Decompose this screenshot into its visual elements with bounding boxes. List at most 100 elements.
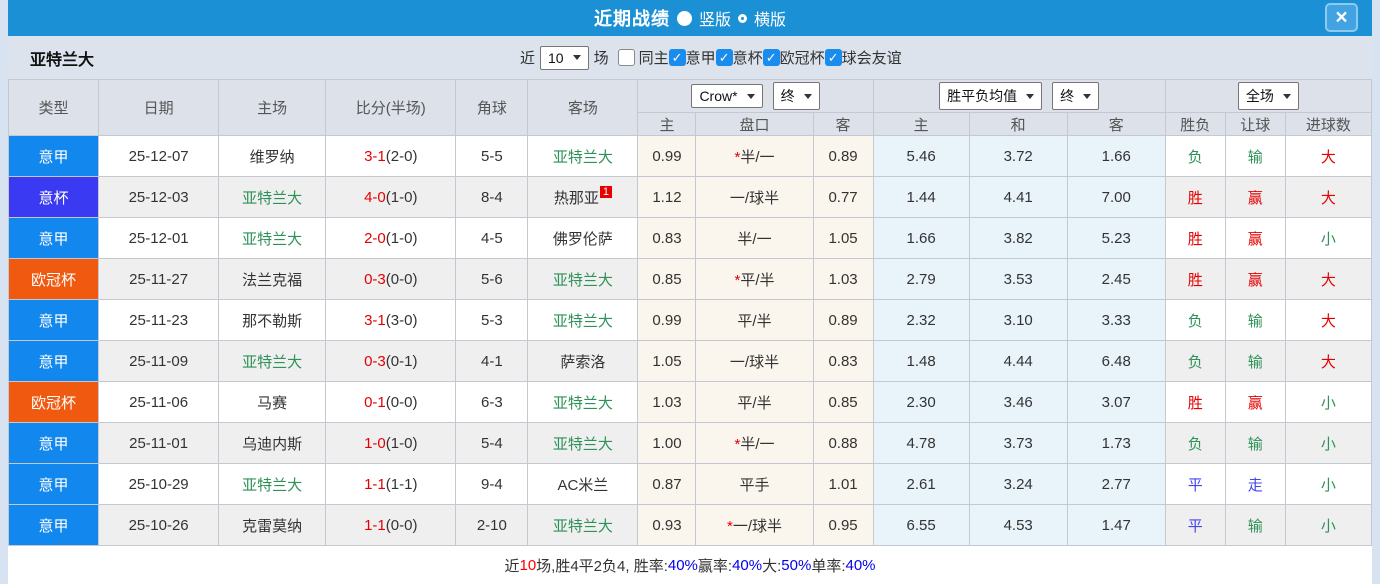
full-score: 0-3 (364, 270, 386, 288)
match-score: 2-0(1-0) (325, 217, 457, 259)
handicap-value: 平/半 (737, 394, 772, 412)
corner-score: 6-3 (455, 381, 529, 423)
league-badge: 欧冠杯 (7, 381, 100, 423)
col-header-type: 类型 (7, 79, 100, 136)
away-team-name: 亚特兰大 (552, 271, 613, 289)
league-ucl-label: 欧冠杯 (779, 50, 825, 67)
period-select[interactable]: 全场 (1237, 82, 1299, 110)
match-score: 3-1(2-0) (325, 135, 457, 177)
home-team: 那不勒斯 (218, 299, 327, 341)
handicap: 平/半 (695, 299, 814, 341)
odds-company-select[interactable]: Crow* (691, 84, 763, 108)
away-team: 萨索洛 (527, 340, 639, 382)
filter-bar: 亚特兰大 近 10 场 同主 意甲 意杯 欧冠杯 球会友谊 (8, 36, 1372, 79)
result-goals: 小 (1284, 217, 1373, 259)
away-team: 热那亚 1 (527, 176, 639, 218)
avg-away: 5.23 (1066, 217, 1166, 259)
col-header-odds-away: 客 (812, 112, 874, 136)
handicap-value: 平/半 (737, 312, 772, 330)
handicap: 一/球半 (695, 176, 814, 218)
table-row: 意杯 25-12-03 亚特兰大 4-0(1-0) 8-4 热那亚 1 1.12 … (7, 176, 1373, 218)
avg-home: 2.32 (872, 299, 970, 341)
col-header-odds-home: 主 (637, 112, 697, 136)
match-date: 25-11-06 (98, 381, 220, 423)
league-friendly-label: 球会友谊 (841, 50, 902, 67)
same-home-label: 同主 (638, 50, 669, 67)
result-goals: 小 (1284, 504, 1373, 546)
col-header-avg-home: 主 (872, 112, 970, 136)
period-value: 全场 (1245, 88, 1274, 104)
half-score: (1-0) (385, 434, 418, 452)
handicap: 平/半 (695, 381, 814, 423)
page-title: 近期战绩 (593, 9, 670, 29)
same-home-checkbox[interactable] (617, 49, 635, 66)
avg-time-select[interactable]: 终 (1052, 82, 1100, 110)
league-coppa-checkbox[interactable] (715, 49, 733, 66)
close-icon: × (1335, 6, 1348, 29)
half-score: (0-0) (385, 516, 418, 534)
match-date: 25-11-01 (98, 422, 220, 464)
home-team: 亚特兰大 (218, 463, 327, 505)
odds-away: 1.01 (812, 463, 874, 505)
corner-score: 4-5 (455, 217, 529, 259)
col-header-corner: 角球 (455, 79, 529, 136)
league-coppa-label: 意杯 (732, 50, 763, 67)
chevron-down-icon (803, 93, 812, 99)
result-handicap: 输 (1224, 504, 1286, 546)
summary-count: 10 (519, 556, 537, 574)
handicap: *半/一 (695, 135, 814, 177)
win-rate-value: 40% (667, 556, 698, 574)
odds-time-select[interactable]: 终 (772, 82, 820, 110)
near-count-select[interactable]: 10 (540, 45, 589, 70)
chevron-down-icon (1282, 93, 1291, 99)
home-team: 法兰克福 (218, 258, 327, 300)
radio-vertical-selected-icon[interactable] (676, 10, 692, 26)
home-team: 马赛 (218, 381, 327, 423)
avg-home: 4.78 (872, 422, 970, 464)
avg-draw: 4.41 (968, 176, 1068, 218)
radio-vertical-label[interactable]: 竖版 (699, 6, 731, 30)
result-goals: 大 (1284, 258, 1373, 300)
chevron-down-icon (1026, 93, 1035, 99)
radio-horizontal-icon[interactable] (738, 13, 747, 23)
match-date: 25-11-09 (98, 340, 220, 382)
avg-away: 1.73 (1066, 422, 1166, 464)
corner-score: 5-4 (455, 422, 529, 464)
result-goals: 小 (1284, 422, 1373, 464)
result-wdl: 胜 (1164, 381, 1226, 423)
away-team-name: 亚特兰大 (552, 394, 613, 412)
chevron-down-icon (746, 93, 755, 99)
league-serie-a-checkbox[interactable] (668, 49, 686, 66)
chevron-down-icon (1083, 93, 1092, 99)
match-score: 1-0(1-0) (325, 422, 457, 464)
league-ucl-checkbox[interactable] (762, 49, 780, 66)
col-header-result: 胜负 (1164, 112, 1226, 136)
odds-home: 1.00 (637, 422, 697, 464)
odds-home: 1.03 (637, 381, 697, 423)
avg-away: 1.66 (1066, 135, 1166, 177)
odds-home: 0.83 (637, 217, 697, 259)
league-badge: 欧冠杯 (7, 258, 100, 300)
odds-company-value: Crow* (699, 88, 738, 104)
close-button[interactable]: × (1325, 3, 1358, 32)
league-friendly-checkbox[interactable] (824, 49, 842, 66)
avg-away: 6.48 (1066, 340, 1166, 382)
avg-home: 1.66 (872, 217, 970, 259)
league-serie-a-label: 意甲 (685, 50, 716, 67)
handicap-rate-value: 40% (732, 556, 763, 574)
summary-label-handicap: 赢率: (697, 557, 733, 575)
away-team-name: 热那亚 (553, 189, 599, 207)
match-score: 0-1(0-0) (325, 381, 457, 423)
radio-horizontal-label[interactable]: 横版 (754, 6, 786, 30)
league-badge: 意甲 (7, 217, 100, 259)
handicap-value: 半/一 (740, 435, 775, 453)
avg-type-select[interactable]: 胜平负均值 (939, 82, 1043, 110)
odds-home: 0.99 (637, 299, 697, 341)
col-header-goals: 进球数 (1284, 112, 1373, 136)
match-score: 1-1(1-1) (325, 463, 457, 505)
result-handicap: 输 (1224, 340, 1286, 382)
corner-score: 5-6 (455, 258, 529, 300)
odds-group-header: Crow* 终 (637, 79, 874, 113)
table-row: 意甲 25-11-23 那不勒斯 3-1(3-0) 5-3 亚特兰大 0.99 … (7, 299, 1373, 341)
match-score: 0-3(0-0) (325, 258, 457, 300)
